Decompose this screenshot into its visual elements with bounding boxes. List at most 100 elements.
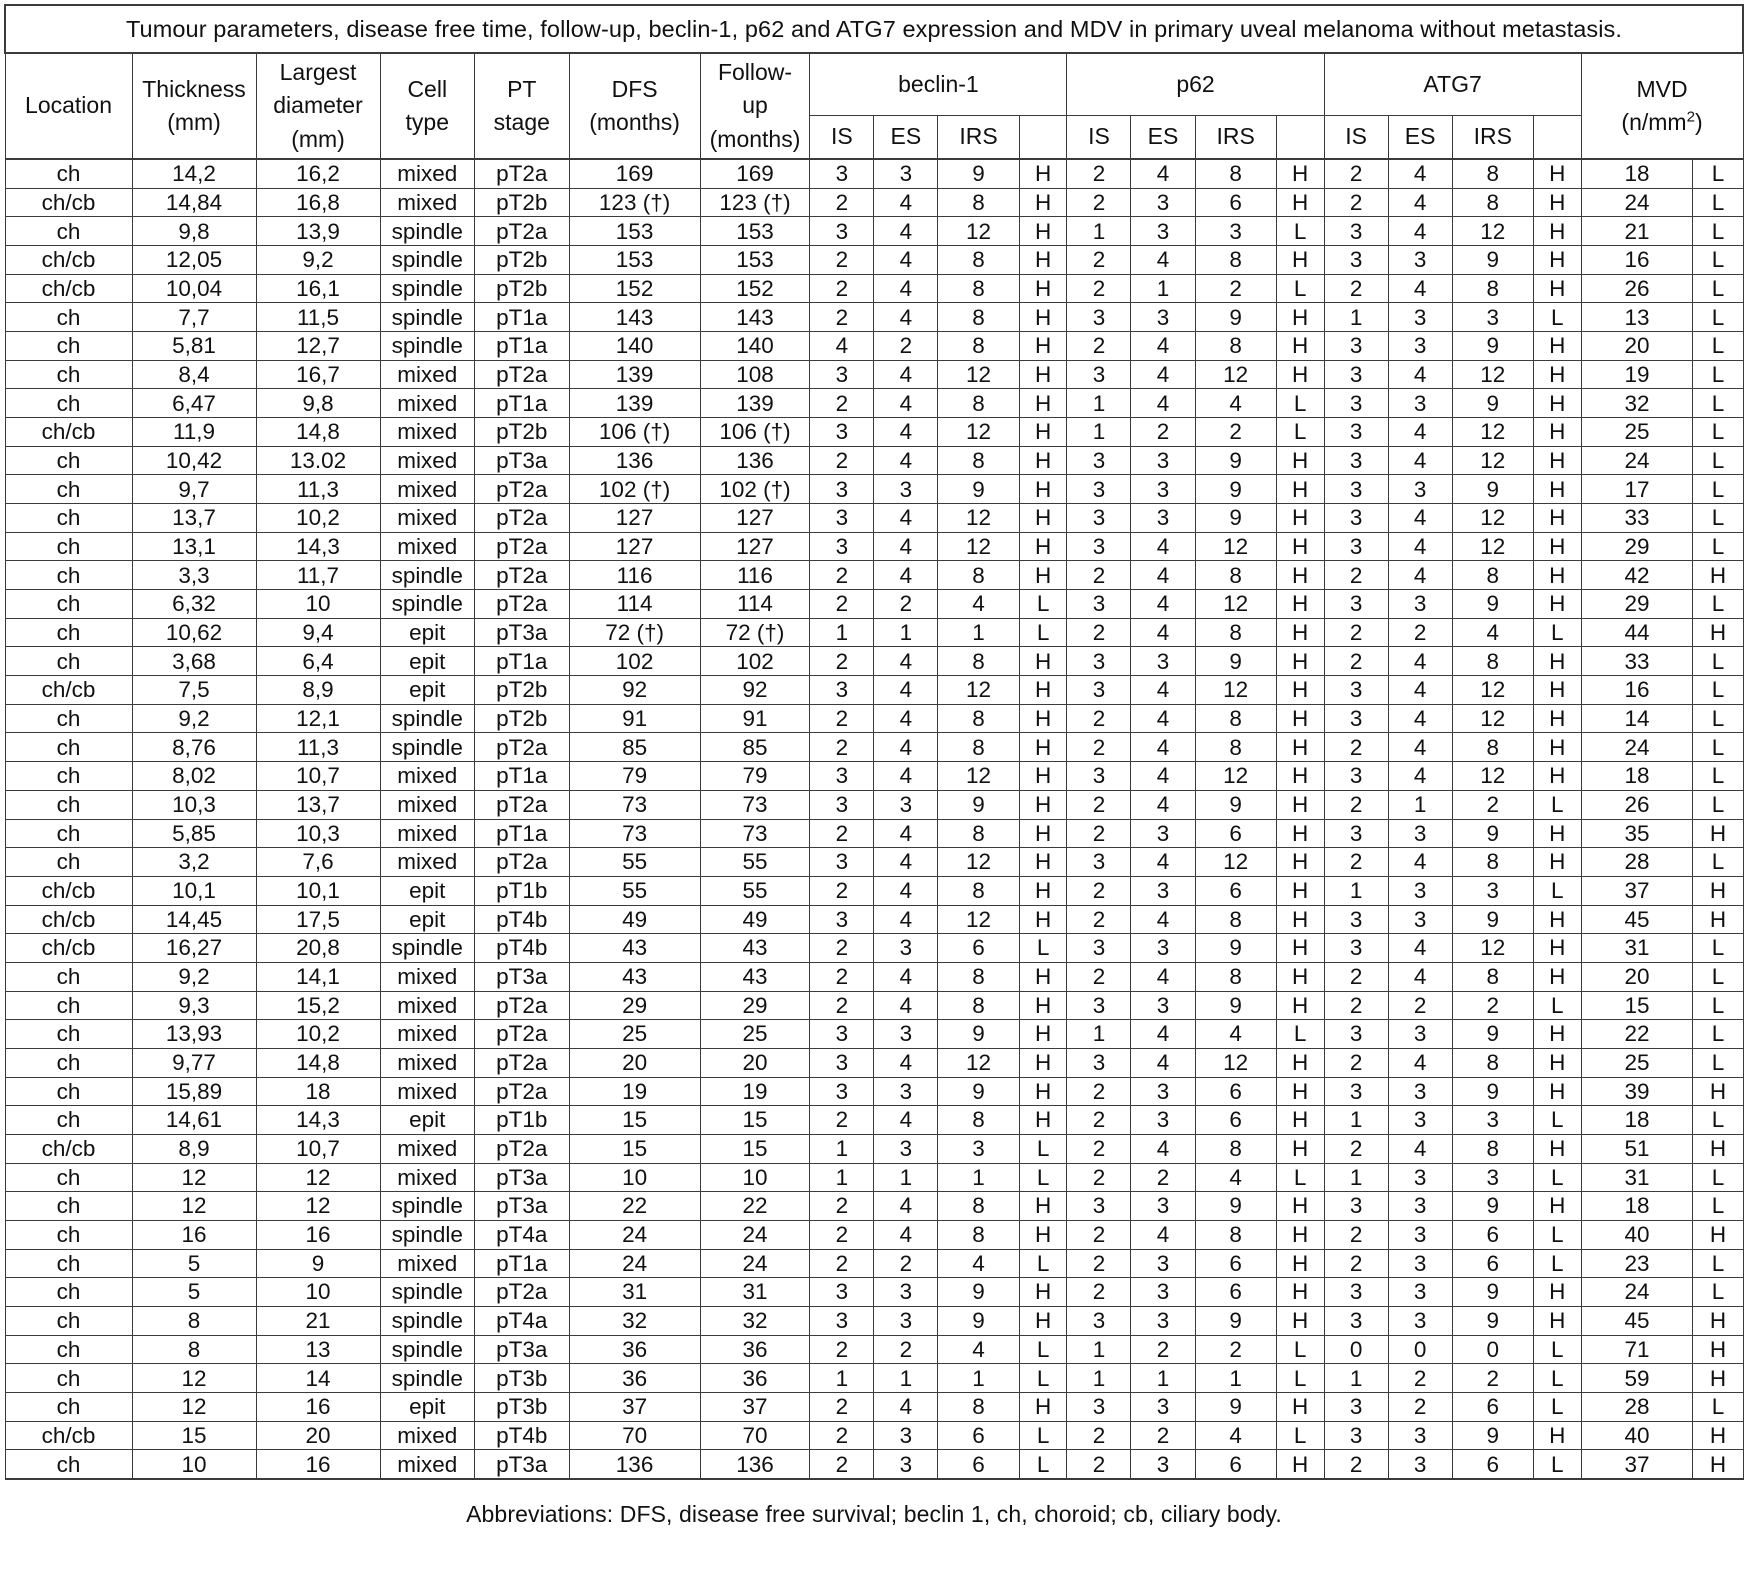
cell-atg7-is: 3: [1323, 589, 1389, 619]
cell-p62-is: 3: [1066, 675, 1132, 705]
cell-beclin-1-is: 2: [809, 933, 875, 963]
cell-atg7-hl: L: [1532, 1391, 1582, 1422]
cell-thickness-mm: 3,68: [131, 646, 257, 677]
cell-cell-type: mixed: [379, 1449, 476, 1481]
cell-beclin-1-es: 4: [873, 703, 939, 734]
cell-atg7-hl: H: [1532, 904, 1582, 935]
cell-beclin-1-is: 2: [809, 961, 875, 992]
cell-location: ch: [4, 1047, 133, 1078]
cell-beclin-1-es: 2: [873, 1334, 939, 1365]
cell-p62-es: 4: [1130, 961, 1196, 992]
cell-atg7-irs: 2: [1451, 789, 1534, 820]
cell-atg7-irs: 3: [1451, 1105, 1534, 1135]
cell-atg7-is: 3: [1323, 675, 1389, 705]
cell-beclin-1-es: 3: [873, 1019, 939, 1049]
cell-largest-diameter-mm: 12,1: [255, 703, 381, 734]
cell-mvd-hl: L: [1692, 675, 1744, 705]
cell-atg7-hl: L: [1532, 1248, 1582, 1279]
cell-dfs-months: 55: [568, 875, 701, 906]
cell-cell-type: mixed: [379, 531, 476, 562]
cell-p62-irs: 9: [1194, 474, 1277, 505]
cell-location: ch: [4, 302, 133, 333]
cell-cell-type: mixed: [379, 417, 476, 447]
thickness-label-line1: Thickness: [142, 75, 246, 102]
cell-largest-diameter-mm: 9: [255, 1248, 381, 1279]
cell-mvd-hl: H: [1692, 818, 1744, 849]
cell-dfs-months: 102: [568, 646, 701, 677]
cell-beclin-1-es: 4: [873, 847, 939, 877]
cell-atg7-hl: H: [1532, 1191, 1582, 1221]
cell-location: ch: [4, 990, 133, 1021]
cell-beclin-1-irs: 1: [937, 1363, 1020, 1393]
cell-p62-es: 3: [1130, 646, 1196, 677]
cell-thickness-mm: 6,47: [131, 388, 257, 419]
cell-p62-es: 3: [1130, 302, 1196, 333]
cell-mvd-hl: H: [1692, 1133, 1744, 1164]
cell-cell-type: mixed: [379, 474, 476, 505]
table-row: ch/cb 12,05 9,2 spindle pT2b 153 153 2 4 8 H 2 4 8 H 3 3…: [4, 245, 1744, 275]
cell-atg7-is: 1: [1323, 1162, 1389, 1193]
cell-p62-hl: H: [1275, 1105, 1325, 1135]
cell-beclin-1-irs: 8: [937, 445, 1020, 476]
cell-dfs-months: 136: [568, 445, 701, 476]
col-header-follow-up: Follow- up (months): [699, 52, 811, 160]
cell-largest-diameter-mm: 18: [255, 1076, 381, 1107]
cell-beclin-1-irs: 9: [937, 1076, 1020, 1107]
cell-mvd-hl: L: [1692, 703, 1744, 734]
cell-largest-diameter-mm: 11,3: [255, 474, 381, 505]
cell-beclin-1-irs: 12: [937, 904, 1020, 935]
cell-p62-hl: H: [1275, 1277, 1325, 1307]
cell-largest-diameter-mm: 14,3: [255, 531, 381, 562]
cell-atg7-irs: 6: [1451, 1449, 1534, 1481]
cell-pt-stage: pT2b: [474, 675, 570, 705]
cell-largest-diameter-mm: 13,9: [255, 216, 381, 247]
cell-p62-irs: 8: [1194, 560, 1277, 591]
cell-beclin-1-es: 4: [873, 904, 939, 935]
cell-follow-up-months: 55: [699, 875, 811, 906]
cell-mvd-n-mm2: 18: [1580, 1191, 1694, 1221]
table-row: ch/cb 10,1 10,1 epit pT1b 55 55 2 4 8 H 2 3 6 H 1 3 3 L 37 H: [4, 875, 1744, 906]
cell-largest-diameter-mm: 21: [255, 1305, 381, 1336]
cell-atg7-irs: 8: [1451, 158, 1534, 189]
cell-beclin-1-irs: 8: [937, 1391, 1020, 1422]
cell-mvd-n-mm2: 35: [1580, 818, 1694, 849]
cell-thickness-mm: 12: [131, 1162, 257, 1193]
cell-location: ch: [4, 359, 133, 390]
cell-largest-diameter-mm: 16,1: [255, 273, 381, 304]
cell-atg7-irs: 12: [1451, 216, 1534, 247]
cell-follow-up-months: 153: [699, 216, 811, 247]
cell-pt-stage: pT1a: [474, 818, 570, 849]
cell-p62-irs: 12: [1194, 359, 1277, 390]
cell-p62-es: 4: [1130, 531, 1196, 562]
cell-atg7-es: 3: [1387, 1162, 1453, 1193]
cell-location: ch: [4, 1305, 133, 1336]
cell-thickness-mm: 12: [131, 1191, 257, 1221]
col-header-beclin1-is: IS: [809, 115, 875, 160]
cell-p62-hl: L: [1275, 216, 1325, 247]
cell-beclin-1-is: 3: [809, 417, 875, 447]
cell-atg7-irs: 2: [1451, 1363, 1534, 1393]
cell-cell-type: mixed: [379, 503, 476, 533]
cell-atg7-is: 3: [1323, 388, 1389, 419]
cell-atg7-is: 3: [1323, 417, 1389, 447]
cell-p62-irs: 8: [1194, 158, 1277, 189]
cell-p62-hl: H: [1275, 847, 1325, 877]
cell-thickness-mm: 3,3: [131, 560, 257, 591]
cell-largest-diameter-mm: 10: [255, 589, 381, 619]
cell-mvd-hl: L: [1692, 503, 1744, 533]
cell-pt-stage: pT4b: [474, 1420, 570, 1451]
col-header-pt-stage: PT stage: [474, 52, 570, 160]
cell-beclin-1-is: 2: [809, 875, 875, 906]
table-row: ch/cb 14,45 17,5 epit pT4b 49 49 3 4 12 H 2 4 8 H 3 3 9 H 4…: [4, 904, 1744, 935]
table-row: ch 9,7 11,3 mixed pT2a 102 (†) 102 (†) 3 3 9 H 3 3 9 H…: [4, 474, 1744, 505]
cell-beclin-1-es: 3: [873, 1420, 939, 1451]
cell-beclin-1-is: 2: [809, 990, 875, 1021]
cell-p62-hl: H: [1275, 1191, 1325, 1221]
cell-atg7-es: 4: [1387, 445, 1453, 476]
cell-beclin-1-irs: 9: [937, 158, 1020, 189]
cell-p62-es: 3: [1130, 474, 1196, 505]
cell-largest-diameter-mm: 20: [255, 1420, 381, 1451]
cell-mvd-n-mm2: 24: [1580, 1277, 1694, 1307]
cell-p62-irs: 8: [1194, 703, 1277, 734]
cell-beclin-1-hl: H: [1018, 560, 1068, 591]
